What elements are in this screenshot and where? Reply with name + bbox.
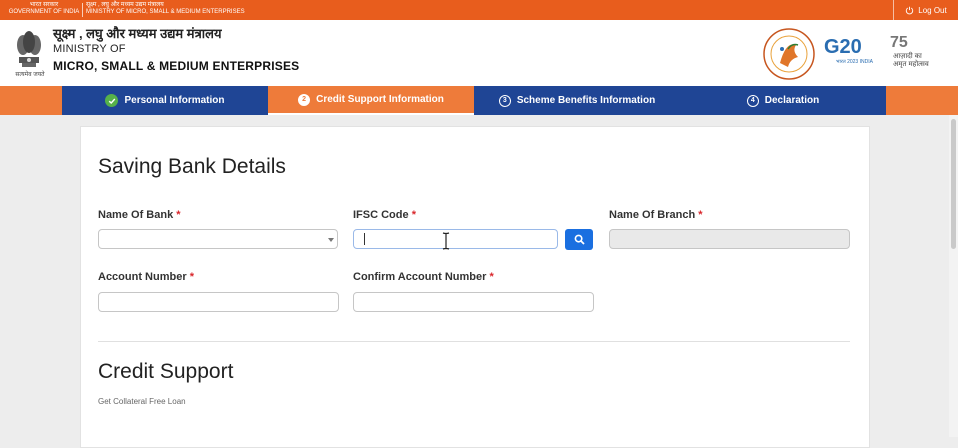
step-label: Credit Support Information xyxy=(316,94,444,105)
required-mark: * xyxy=(176,209,181,221)
azadi-line-2: अमृत महोत्सव xyxy=(893,61,929,68)
page-scrollbar[interactable] xyxy=(949,115,958,437)
top-bar: भारत सरकार GOVERNMENT OF INDIA सूक्ष्म ,… xyxy=(0,0,958,20)
required-mark: * xyxy=(698,209,703,221)
account-number-label-text: Account Number xyxy=(98,271,187,283)
scrollbar-thumb[interactable] xyxy=(951,119,956,249)
azadi-subtext: आज़ादी का अमृत महोत्सव xyxy=(893,53,929,69)
ifsc-input[interactable] xyxy=(353,229,558,249)
branch-input xyxy=(609,229,850,249)
step-declaration[interactable]: 4 Declaration xyxy=(680,86,886,115)
ifsc-label-text: IFSC Code xyxy=(353,209,409,221)
account-number-label: Account Number * xyxy=(98,271,194,283)
required-mark: * xyxy=(489,271,494,283)
government-of-india: भारत सरकार GOVERNMENT OF INDIA xyxy=(8,2,80,16)
azadi-75-logo: 75 xyxy=(890,34,908,51)
credit-support-title: Credit Support xyxy=(98,360,234,383)
topbar-divider xyxy=(82,3,83,17)
msme-title: MICRO, SMALL & MEDIUM ENTERPRISES xyxy=(53,59,300,73)
step-credit-support-information[interactable]: 2 Credit Support Information xyxy=(268,86,474,115)
credit-support-subtitle: Get Collateral Free Loan xyxy=(98,397,186,406)
saving-bank-title: Saving Bank Details xyxy=(98,155,286,178)
bank-name-label-text: Name Of Bank xyxy=(98,209,174,221)
gov-english: GOVERNMENT OF INDIA xyxy=(8,9,80,15)
g20-subtext: भारत 2023 INDIA xyxy=(836,59,873,65)
step-label: Personal Information xyxy=(124,95,225,106)
confirm-account-label: Confirm Account Number * xyxy=(353,271,494,283)
required-mark: * xyxy=(411,209,416,221)
branch-label: Name Of Branch * xyxy=(609,209,703,221)
ibeam-cursor-icon xyxy=(442,232,450,250)
bank-name-label: Name Of Bank * xyxy=(98,209,181,221)
scheme-logo-icon xyxy=(763,28,815,80)
step-label: Scheme Benefits Information xyxy=(516,95,656,106)
step-number: 4 xyxy=(746,94,759,107)
chevron-down-icon xyxy=(328,238,334,242)
power-icon xyxy=(906,6,914,14)
account-number-input[interactable] xyxy=(98,292,339,312)
step-label: Declaration xyxy=(764,95,820,106)
step-personal-information[interactable]: Personal Information xyxy=(62,86,268,115)
progress-steps: Personal Information 2 Credit Support In… xyxy=(62,86,886,115)
gov-hindi: भारत सरकार xyxy=(29,2,59,8)
ministry-english-small: MINISTRY OF MICRO, SMALL & MEDIUM ENTERP… xyxy=(86,9,245,15)
confirm-account-label-text: Confirm Account Number xyxy=(353,271,487,283)
ifsc-label: IFSC Code * xyxy=(353,209,416,221)
section-divider xyxy=(98,341,850,342)
confirm-account-input[interactable] xyxy=(353,292,594,312)
ifsc-search-button[interactable] xyxy=(565,229,593,250)
step-scheme-benefits-information[interactable]: 3 Scheme Benefits Information xyxy=(474,86,680,115)
g20-logo: G20 xyxy=(824,36,862,59)
branch-label-text: Name Of Branch xyxy=(609,209,696,221)
text-caret xyxy=(364,233,365,245)
required-mark: * xyxy=(189,271,194,283)
header: सत्यमेव जयते सूक्ष्म , लघु और मध्यम उद्य… xyxy=(0,20,958,86)
check-icon xyxy=(105,94,119,107)
ministry-hindi-title: सूक्ष्म , लघु और मध्यम उद्यम मंत्रालय xyxy=(53,26,222,41)
g20-text: G20 xyxy=(824,36,862,58)
ministry-of-label: MINISTRY OF xyxy=(53,43,126,55)
emblem-motto: सत्यमेव जयते xyxy=(15,72,45,78)
logout-label: Log Out xyxy=(918,5,947,15)
topbar-ministry: सूक्ष्म , लघु और मध्यम उद्यम मंत्रालय MI… xyxy=(86,2,245,16)
azadi-line-1: आज़ादी का xyxy=(893,53,922,60)
ministry-hindi-small: सूक्ष्म , लघु और मध्यम उद्यम मंत्रालय xyxy=(86,2,164,8)
step-number: 2 xyxy=(298,93,311,106)
bank-name-select[interactable] xyxy=(98,229,338,249)
step-number: 3 xyxy=(498,94,511,107)
logout-button[interactable]: Log Out xyxy=(893,0,958,20)
search-icon xyxy=(574,234,585,245)
